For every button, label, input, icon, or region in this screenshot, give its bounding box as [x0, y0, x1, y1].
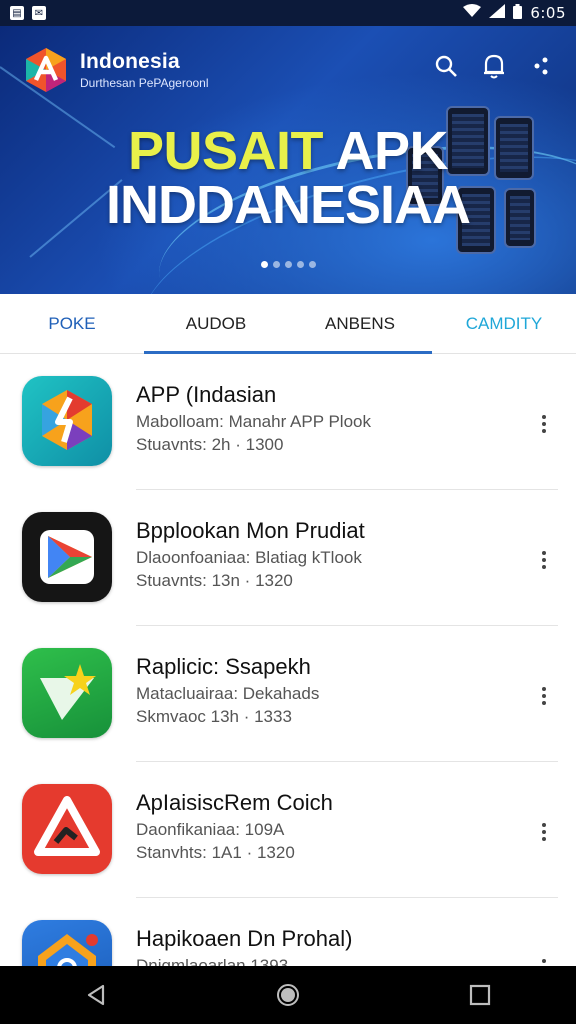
list-item[interactable]: Raplicic: Ssapekh Matacluairaa: Dekahads… — [0, 626, 576, 762]
app-name: ApIaisiscRem Coich — [136, 790, 333, 815]
app-name: Bpplookan Mon Prudiat — [136, 518, 365, 543]
app-meta: Stuavnts: 2h · 1300 — [136, 435, 284, 454]
banner-title-line2: INDDANESIAA — [105, 175, 471, 235]
home-icon[interactable] — [268, 975, 308, 1015]
app-name: Raplicic: Ssapekh — [136, 654, 311, 679]
list-item[interactable]: APP (Indasian Mabolloam: Manahr APP Ploo… — [0, 354, 576, 490]
app-list: APP (Indasian Mabolloam: Manahr APP Ploo… — [0, 354, 576, 1024]
tab-audob[interactable]: AUDOB — [144, 294, 288, 354]
overflow-menu-icon[interactable] — [532, 548, 556, 572]
list-item[interactable]: Bpplookan Mon Prudiat Dlaoonfoaniaa: Bla… — [0, 490, 576, 626]
battery-icon — [513, 3, 523, 23]
system-navigation-bar — [0, 966, 576, 1024]
overflow-menu-icon[interactable] — [532, 820, 556, 844]
app-name: APP (Indasian — [136, 382, 277, 407]
menu-dots-icon[interactable] — [528, 52, 556, 80]
puzzle-logo-icon — [22, 376, 112, 466]
carousel-indicator[interactable] — [0, 261, 576, 268]
bell-icon[interactable] — [480, 52, 508, 80]
carousel-dot[interactable] — [296, 261, 304, 268]
notification-icon: ✉ — [32, 6, 46, 20]
category-tabs: POKE AUDOB ANBENS CAMDITY — [0, 294, 576, 354]
hero-banner[interactable]: Indonesia Durthesan PePAgeroonl PUSAIT A… — [0, 26, 576, 294]
app-meta: Stuavnts: 13n · 1320 — [136, 571, 293, 590]
carousel-dot[interactable] — [272, 261, 280, 268]
clock: 6:05 — [530, 4, 566, 22]
header-actions — [432, 52, 556, 80]
list-item[interactable]: ApIaisiscRem Coich Daonfikaniaa: 109A St… — [0, 762, 576, 898]
carousel-dot[interactable] — [260, 261, 268, 268]
app-subtitle: Daonfikaniaa: 109A — [136, 820, 285, 839]
app-subtitle: Matacluairaa: Dekahads — [136, 684, 320, 703]
banner-title-highlight: PUSAIT — [127, 121, 324, 181]
app-meta: Stanvhts: 1A1 · 1320 — [136, 843, 295, 862]
carousel-dot[interactable] — [284, 261, 292, 268]
app-name: Hapikoaen Dn Prohal) — [136, 926, 353, 951]
brand-name: Indonesia — [80, 50, 180, 73]
brand-logo-icon — [22, 46, 70, 94]
tab-anbens[interactable]: ANBENS — [288, 294, 432, 354]
app-subtitle: Mabolloam: Manahr APP Plook — [136, 412, 371, 431]
carousel-dot[interactable] — [308, 261, 316, 268]
brand[interactable]: Indonesia Durthesan PePAgeroonl — [22, 46, 209, 94]
sim-icon: ▤ — [10, 6, 24, 20]
overflow-menu-icon[interactable] — [532, 412, 556, 436]
back-icon[interactable] — [76, 975, 116, 1015]
play-triangle-icon — [22, 512, 112, 602]
search-icon[interactable] — [432, 52, 460, 80]
banner-title-line1: PUSAIT APK — [0, 120, 576, 182]
signal-icon — [489, 4, 506, 22]
banner-title-rest: APK — [323, 121, 449, 181]
status-bar: ▤ ✉ 6:05 — [0, 0, 576, 26]
wifi-icon — [463, 4, 482, 22]
warning-triangle-icon — [22, 784, 112, 874]
app-subtitle: Dlaoonfoaniaa: Blatiag kTlook — [136, 548, 362, 567]
star-arrow-icon — [22, 648, 112, 738]
app-meta: Skmvaoc 13h · 1333 — [136, 707, 292, 726]
tab-poke[interactable]: POKE — [0, 294, 144, 353]
recents-icon[interactable] — [460, 975, 500, 1015]
overflow-menu-icon[interactable] — [532, 684, 556, 708]
brand-tagline: Durthesan PePAgeroonl — [80, 76, 209, 90]
tab-camdity[interactable]: CAMDITY — [432, 294, 576, 353]
